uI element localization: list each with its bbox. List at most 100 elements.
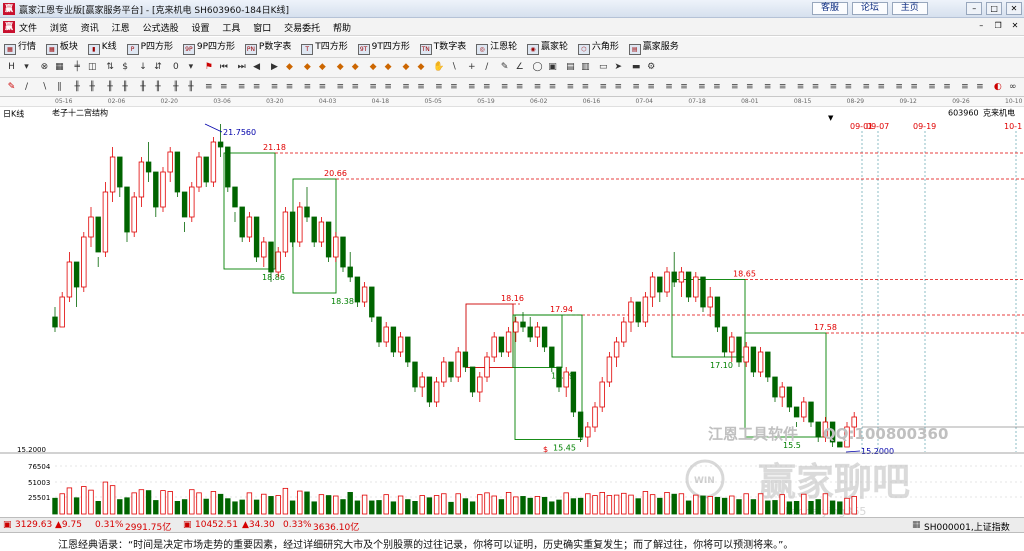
line-icon[interactable]: ∖ <box>447 61 460 74</box>
diamond4-icon[interactable]: ◆ <box>334 61 347 74</box>
fib18-icon[interactable]: ≡ <box>480 81 493 94</box>
trend-icon[interactable]: ∕ <box>20 81 33 94</box>
bar7-icon[interactable]: ╫ <box>169 81 182 94</box>
fib26-icon[interactable]: ≡ <box>612 81 625 94</box>
fib31-icon[interactable]: ≡ <box>695 81 708 94</box>
split-icon[interactable]: ⇵ <box>152 61 165 74</box>
fib46-icon[interactable]: ≡ <box>941 81 954 94</box>
kline-chart[interactable]: 日K线 老子十二宫结构 603960 克来机电 ▼ 09-01 09-07 09-19 10-1… <box>0 107 1024 517</box>
fib33-icon[interactable]: ≡ <box>728 81 741 94</box>
mdi-restore-icon[interactable]: ❐ <box>991 21 1005 30</box>
fib39-icon[interactable]: ≡ <box>827 81 840 94</box>
bar5-icon[interactable]: ╫ <box>137 81 150 94</box>
parallel-icon[interactable]: ∥ <box>53 81 66 94</box>
diamond7-icon[interactable]: ◆ <box>382 61 395 74</box>
fib38-icon[interactable]: ≡ <box>809 81 822 94</box>
fib35-icon[interactable]: ≡ <box>761 81 774 94</box>
diamond6-icon[interactable]: ◆ <box>367 61 380 74</box>
fib42-icon[interactable]: ≡ <box>875 81 888 94</box>
diamond1-icon[interactable]: ◆ <box>283 61 296 74</box>
fib7-icon[interactable]: ≡ <box>301 81 314 94</box>
minimize-icon[interactable]: – <box>966 2 983 15</box>
fib32-icon[interactable]: ≡ <box>710 81 723 94</box>
close-icon[interactable]: ✕ <box>1006 2 1022 15</box>
fib3-icon[interactable]: ≡ <box>235 81 248 94</box>
fib36-icon[interactable]: ≡ <box>776 81 789 94</box>
diamond3-icon[interactable]: ◆ <box>316 61 329 74</box>
menu-tools[interactable]: 工具 <box>222 24 240 34</box>
fib17-icon[interactable]: ≡ <box>465 81 478 94</box>
fib37-icon[interactable]: ≡ <box>794 81 807 94</box>
fib13-icon[interactable]: ≡ <box>400 81 413 94</box>
diamond2-icon[interactable]: ◆ <box>301 61 314 74</box>
grid-icon[interactable]: ▦ <box>53 61 66 74</box>
current-index-label[interactable]: SH000001,上证指数 <box>924 520 1010 532</box>
toolbar-kline-button[interactable]: ▮ K线 <box>87 40 117 55</box>
fib40-icon[interactable]: ≡ <box>842 81 855 94</box>
fib47-icon[interactable]: ≡ <box>958 81 971 94</box>
print-icon[interactable]: ▥ <box>579 61 592 74</box>
fib28-icon[interactable]: ≡ <box>645 81 658 94</box>
toolbar-hexagon-button[interactable]: ⬡ 六角形 <box>577 40 619 55</box>
dropdown2-icon[interactable]: ▾ <box>184 61 197 74</box>
menu-settings[interactable]: 设置 <box>191 24 209 34</box>
fib23-icon[interactable]: ≡ <box>564 81 577 94</box>
toolbar-market-button[interactable]: ▦ 行情 <box>4 40 36 55</box>
fib20-icon[interactable]: ≡ <box>513 81 526 94</box>
fib8-icon[interactable]: ≡ <box>316 81 329 94</box>
bar3-icon[interactable]: ╫ <box>104 81 117 94</box>
diamond5-icon[interactable]: ◆ <box>349 61 362 74</box>
pencil-icon[interactable]: ✎ <box>5 81 18 94</box>
fib29-icon[interactable]: ≡ <box>663 81 676 94</box>
fib2-icon[interactable]: ≡ <box>217 81 230 94</box>
picture-icon[interactable]: ▣ <box>546 61 559 74</box>
fib14-icon[interactable]: ≡ <box>415 81 428 94</box>
toolbar-t-square-button[interactable]: T T四方形 <box>301 40 348 55</box>
fib4-icon[interactable]: ≡ <box>250 81 263 94</box>
diamond9-icon[interactable]: ◆ <box>415 61 428 74</box>
menu-formula[interactable]: 公式选股 <box>143 24 179 34</box>
menu-trading[interactable]: 交易委托 <box>284 24 320 34</box>
arrow-down-icon[interactable]: ↓ <box>137 61 150 74</box>
compass-icon[interactable]: ⊗ <box>38 61 51 74</box>
hand-icon[interactable]: ✋ <box>432 61 445 74</box>
pointer-icon[interactable]: ➤ <box>612 61 625 74</box>
right-icon[interactable]: ▶ <box>268 61 281 74</box>
zero-icon[interactable]: 0 <box>169 61 182 74</box>
fib30-icon[interactable]: ≡ <box>678 81 691 94</box>
bar2-icon[interactable]: ╫ <box>86 81 99 94</box>
fib34-icon[interactable]: ≡ <box>743 81 756 94</box>
left-icon[interactable]: ◀ <box>250 61 263 74</box>
color-icon[interactable]: ◐ <box>991 81 1004 94</box>
drive-icon[interactable]: ▬ <box>630 61 643 74</box>
toolbar-9t-square-button[interactable]: 9T 9T四方形 <box>357 40 410 55</box>
toolbar-9p-square-button[interactable]: 9P 9P四方形 <box>182 40 235 55</box>
fib25-icon[interactable]: ≡ <box>597 81 610 94</box>
fib6-icon[interactable]: ≡ <box>283 81 296 94</box>
fib27-icon[interactable]: ≡ <box>630 81 643 94</box>
fib41-icon[interactable]: ≡ <box>860 81 873 94</box>
chart-type-icon[interactable]: ◫ <box>86 61 99 74</box>
mdi-close-icon[interactable]: ✕ <box>1008 21 1022 30</box>
cross-icon[interactable]: + <box>465 61 478 74</box>
toolbar-winner-wheel-button[interactable]: ◉ 赢家轮 <box>526 40 568 55</box>
fib44-icon[interactable]: ≡ <box>908 81 921 94</box>
fib10-icon[interactable]: ≡ <box>349 81 362 94</box>
candle-icon[interactable]: ╪ <box>71 61 84 74</box>
fan-icon[interactable]: ∕ <box>480 61 493 74</box>
fib48-icon[interactable]: ≡ <box>973 81 986 94</box>
toolbar-service-button[interactable]: ▤ 赢家服务 <box>628 40 679 55</box>
homepage-link[interactable]: 主页 <box>891 2 928 15</box>
toolbar-p-number-table-button[interactable]: PN P数字表 <box>244 40 291 55</box>
mdi-minimize-icon[interactable]: – <box>974 21 988 30</box>
pen-icon[interactable]: ✎ <box>498 61 511 74</box>
save-icon[interactable]: ▤ <box>564 61 577 74</box>
toolbar-gann-wheel-button[interactable]: ◎ 江恩轮 <box>476 40 517 55</box>
bar6-icon[interactable]: ╫ <box>152 81 165 94</box>
fib19-icon[interactable]: ≡ <box>498 81 511 94</box>
dropdown-icon[interactable]: ▾ <box>20 61 33 74</box>
flag-icon[interactable]: ⚑ <box>202 61 215 74</box>
diamond8-icon[interactable]: ◆ <box>400 61 413 74</box>
forum-link[interactable]: 论坛 <box>851 2 888 15</box>
bar4-icon[interactable]: ╫ <box>119 81 132 94</box>
